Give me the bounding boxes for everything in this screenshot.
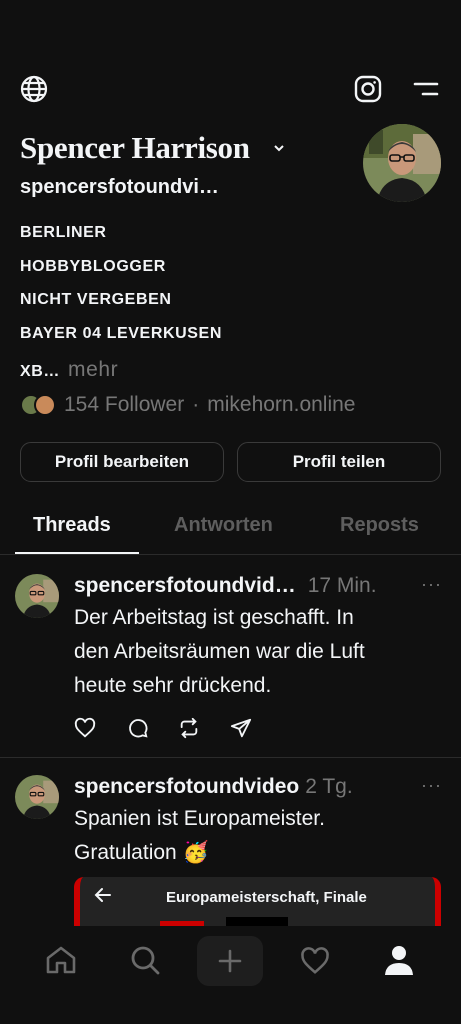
embedded-media[interactable]: Europameisterschaft, Finale bbox=[74, 877, 441, 927]
post-avatar[interactable] bbox=[15, 574, 59, 618]
website-link[interactable]: mikehorn.online bbox=[207, 393, 355, 417]
post-text-line: den Arbeitsräumen war die Luft bbox=[74, 640, 365, 663]
bio-line: NICHT VERGEBEN bbox=[20, 291, 172, 308]
like-icon[interactable] bbox=[74, 717, 96, 739]
share-profile-button[interactable]: Profil teilen bbox=[237, 442, 441, 482]
globe-icon[interactable] bbox=[20, 75, 48, 103]
chevron-down-icon[interactable] bbox=[272, 143, 286, 153]
post-header: spencersfotoundvid… 17 Min. bbox=[74, 574, 377, 598]
home-icon[interactable] bbox=[45, 945, 77, 975]
post-text: Der Arbeitstag ist geschafft. In den Arb… bbox=[74, 601, 365, 703]
post-header: spencersfotoundvideo 2 Tg. bbox=[74, 775, 353, 799]
post-time: 17 Min. bbox=[307, 574, 377, 597]
plus-icon bbox=[218, 949, 242, 973]
bio-line: HOBBYBLOGGER bbox=[20, 258, 166, 275]
tab-reposts[interactable]: Reposts bbox=[340, 514, 419, 537]
follower-avatars[interactable] bbox=[20, 394, 56, 416]
bio-line: BERLINER bbox=[20, 224, 107, 241]
profile-handle: spencersfotoundvi… bbox=[20, 176, 219, 198]
post-text-line: Spanien ist Europameister. bbox=[74, 807, 325, 830]
post-username[interactable]: spencersfotoundvideo bbox=[74, 775, 299, 799]
search-icon[interactable] bbox=[130, 945, 160, 975]
edit-profile-button[interactable]: Profil bearbeiten bbox=[20, 442, 224, 482]
instagram-icon[interactable] bbox=[354, 75, 382, 103]
tab-active-indicator bbox=[15, 552, 139, 554]
post-text-line: heute sehr drückend. bbox=[74, 674, 272, 697]
post-time: 2 Tg. bbox=[305, 775, 353, 798]
share-icon[interactable] bbox=[230, 717, 252, 739]
menu-icon[interactable] bbox=[413, 80, 439, 98]
profile-meta: 154 Follower · mikehorn.online bbox=[20, 392, 356, 418]
post-text-line: Der Arbeitstag ist geschafft. In bbox=[74, 606, 354, 629]
post-text-line: Gratulation 🥳 bbox=[74, 841, 209, 864]
comment-icon[interactable] bbox=[127, 717, 149, 739]
meta-separator: · bbox=[192, 393, 200, 416]
embed-title: Europameisterschaft, Finale bbox=[166, 889, 367, 906]
repost-icon[interactable] bbox=[178, 717, 200, 739]
post-divider bbox=[0, 757, 461, 758]
bio-more-link[interactable]: mehr bbox=[68, 358, 118, 382]
tab-antworten[interactable]: Antworten bbox=[174, 514, 273, 537]
tab-threads[interactable]: Threads bbox=[33, 514, 111, 537]
post-text: Spanien ist Europameister. Gratulation 🥳 bbox=[74, 802, 325, 870]
activity-heart-icon[interactable] bbox=[299, 946, 331, 976]
profile-name[interactable]: Spencer Harrison bbox=[20, 130, 250, 166]
follower-count[interactable]: 154 Follower bbox=[64, 393, 184, 417]
profile-icon[interactable] bbox=[384, 944, 414, 976]
profile-avatar[interactable] bbox=[363, 124, 441, 202]
tab-divider bbox=[0, 554, 461, 555]
back-arrow-icon bbox=[94, 887, 112, 903]
bio-line: BAYER 04 LEVERKUSEN bbox=[20, 325, 222, 342]
more-options-icon[interactable]: ··· bbox=[421, 775, 442, 796]
bio-line: XB… bbox=[20, 363, 61, 380]
more-options-icon[interactable]: ··· bbox=[421, 574, 442, 595]
post-username[interactable]: spencersfotoundvid… bbox=[74, 574, 296, 598]
post-avatar[interactable] bbox=[15, 775, 59, 819]
